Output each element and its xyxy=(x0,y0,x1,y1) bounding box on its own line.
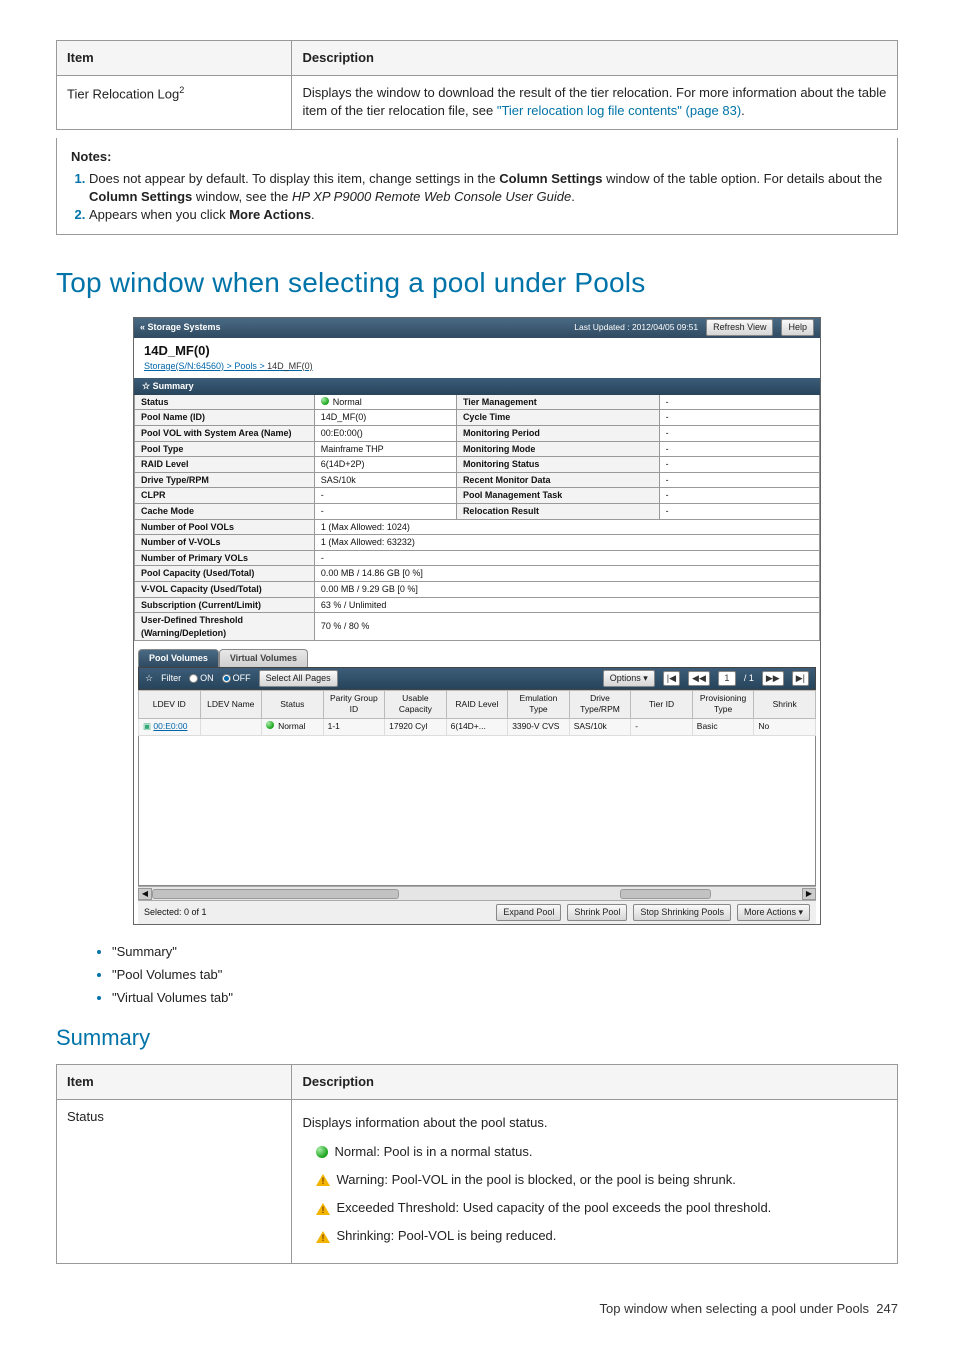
table-row[interactable]: ▣ 00:E0:00 Normal 1-1 17920 Cyl 6(14D+..… xyxy=(139,719,816,736)
col-item: Item xyxy=(57,41,292,76)
page-first-button[interactable]: |◀ xyxy=(663,671,680,686)
help-button[interactable]: Help xyxy=(781,319,814,336)
col-header[interactable]: Usable Capacity xyxy=(385,690,447,719)
link-virtual-volumes-tab[interactable]: "Virtual Volumes tab" xyxy=(112,989,898,1007)
col-header[interactable]: Status xyxy=(262,690,324,719)
note-2: Appears when you click More Actions. xyxy=(89,206,883,224)
collapse-icon: ☆ xyxy=(142,381,150,391)
filter-label: Filter xyxy=(161,672,181,685)
pool-volumes-grid: LDEV IDLDEV NameStatusParity Group IDUsa… xyxy=(138,690,816,887)
scroll-right-icon[interactable]: ▶ xyxy=(802,888,816,900)
col-header[interactable]: Shrink xyxy=(754,690,816,719)
tier-relocation-link[interactable]: "Tier relocation log file contents" (pag… xyxy=(497,103,741,118)
col-header[interactable]: Provisioning Type xyxy=(692,690,754,719)
crumb-storage[interactable]: Storage(S/N:64560) xyxy=(144,361,224,371)
notes-heading: Notes: xyxy=(71,148,883,166)
crumb-pools[interactable]: Pools xyxy=(234,361,257,371)
summary-table: Item Description Status Displays informa… xyxy=(56,1064,898,1264)
filter-icon: ☆ xyxy=(145,672,153,685)
breadcrumb: 14D_MF(0) Storage(S/N:64560) > Pools > 1… xyxy=(134,338,820,379)
shrink-pool-button[interactable]: Shrink Pool xyxy=(567,904,627,921)
ldev-link[interactable]: 00:E0:00 xyxy=(153,721,187,731)
grid-footer: Selected: 0 of 1 Expand Pool Shrink Pool… xyxy=(138,900,816,924)
summary-grid: StatusNormalTier Management-Pool Name (I… xyxy=(134,395,820,642)
status-icon xyxy=(266,721,274,729)
page-footer: Top window when selecting a pool under P… xyxy=(56,1300,898,1318)
page-last-button[interactable]: ▶| xyxy=(792,671,809,686)
cell-desc: Displays the window to download the resu… xyxy=(292,76,898,129)
stop-shrinking-button[interactable]: Stop Shrinking Pools xyxy=(633,904,731,921)
app-titlebar: « Storage Systems Last Updated : 2012/04… xyxy=(134,318,820,338)
section-links: "Summary" "Pool Volumes tab" "Virtual Vo… xyxy=(112,943,898,1008)
storage-systems-tab[interactable]: « Storage Systems xyxy=(140,321,566,334)
col-desc: Description xyxy=(292,1065,898,1100)
col-header[interactable]: Tier ID xyxy=(631,690,693,719)
notes-block: Notes: Does not appear by default. To di… xyxy=(56,138,898,236)
summary-bar[interactable]: ☆ Summary xyxy=(134,378,820,395)
exceeded-threshold-icon xyxy=(316,1203,330,1215)
scroll-left-icon[interactable]: ◀ xyxy=(138,888,152,900)
more-actions-button[interactable]: More Actions ▾ xyxy=(737,904,810,921)
col-header[interactable]: LDEV ID xyxy=(139,690,201,719)
desc-status: Displays information about the pool stat… xyxy=(292,1100,898,1264)
expand-pool-button[interactable]: Expand Pool xyxy=(496,904,561,921)
page-title: 14D_MF(0) xyxy=(144,342,810,360)
col-header[interactable]: RAID Level xyxy=(446,690,508,719)
warning-icon xyxy=(316,1174,330,1186)
normal-icon xyxy=(316,1146,328,1158)
page-next-button[interactable]: ▶▶ xyxy=(762,671,784,686)
options-button[interactable]: Options ▾ xyxy=(603,670,655,687)
horizontal-scrollbar[interactable]: ◀ ▶ xyxy=(138,886,816,900)
tab-pool-volumes[interactable]: Pool Volumes xyxy=(138,649,219,667)
last-updated: Last Updated : 2012/04/05 09:51 xyxy=(574,322,698,334)
grid-toolbar: ☆ Filter ON OFF Select All Pages Options… xyxy=(138,667,816,690)
col-desc: Description xyxy=(292,41,898,76)
tier-relocation-table: Item Description Tier Relocation Log2 Di… xyxy=(56,40,898,130)
filter-on-radio[interactable] xyxy=(189,674,198,683)
app-window: « Storage Systems Last Updated : 2012/04… xyxy=(133,317,821,925)
tab-virtual-volumes[interactable]: Virtual Volumes xyxy=(219,649,308,667)
col-header[interactable]: Drive Type/RPM xyxy=(569,690,631,719)
crumb-current: 14D_MF(0) xyxy=(267,361,313,371)
col-header[interactable]: Emulation Type xyxy=(508,690,570,719)
col-header[interactable]: LDEV Name xyxy=(200,690,262,719)
section-heading: Top window when selecting a pool under P… xyxy=(56,263,898,302)
selected-count: Selected: 0 of 1 xyxy=(144,906,207,919)
col-item: Item xyxy=(57,1065,292,1100)
shrinking-icon xyxy=(316,1231,330,1243)
summary-subheading: Summary xyxy=(56,1023,898,1054)
page-total: / 1 xyxy=(744,672,754,685)
select-all-pages-button[interactable]: Select All Pages xyxy=(259,670,338,687)
col-header[interactable]: Parity Group ID xyxy=(323,690,385,719)
page-current[interactable]: 1 xyxy=(718,671,736,686)
filter-off-radio[interactable] xyxy=(222,674,231,683)
link-pool-volumes-tab[interactable]: "Pool Volumes tab" xyxy=(112,966,898,984)
page-prev-button[interactable]: ◀◀ xyxy=(688,671,710,686)
item-status: Status xyxy=(57,1100,292,1264)
cell-item: Tier Relocation Log2 xyxy=(57,76,292,129)
link-summary[interactable]: "Summary" xyxy=(112,943,898,961)
tier-relocation-log-label: Tier Relocation Log xyxy=(67,87,179,102)
footnote-ref: 2 xyxy=(179,85,184,95)
note-1: Does not appear by default. To display t… xyxy=(89,170,883,206)
refresh-view-button[interactable]: Refresh View xyxy=(706,319,773,336)
